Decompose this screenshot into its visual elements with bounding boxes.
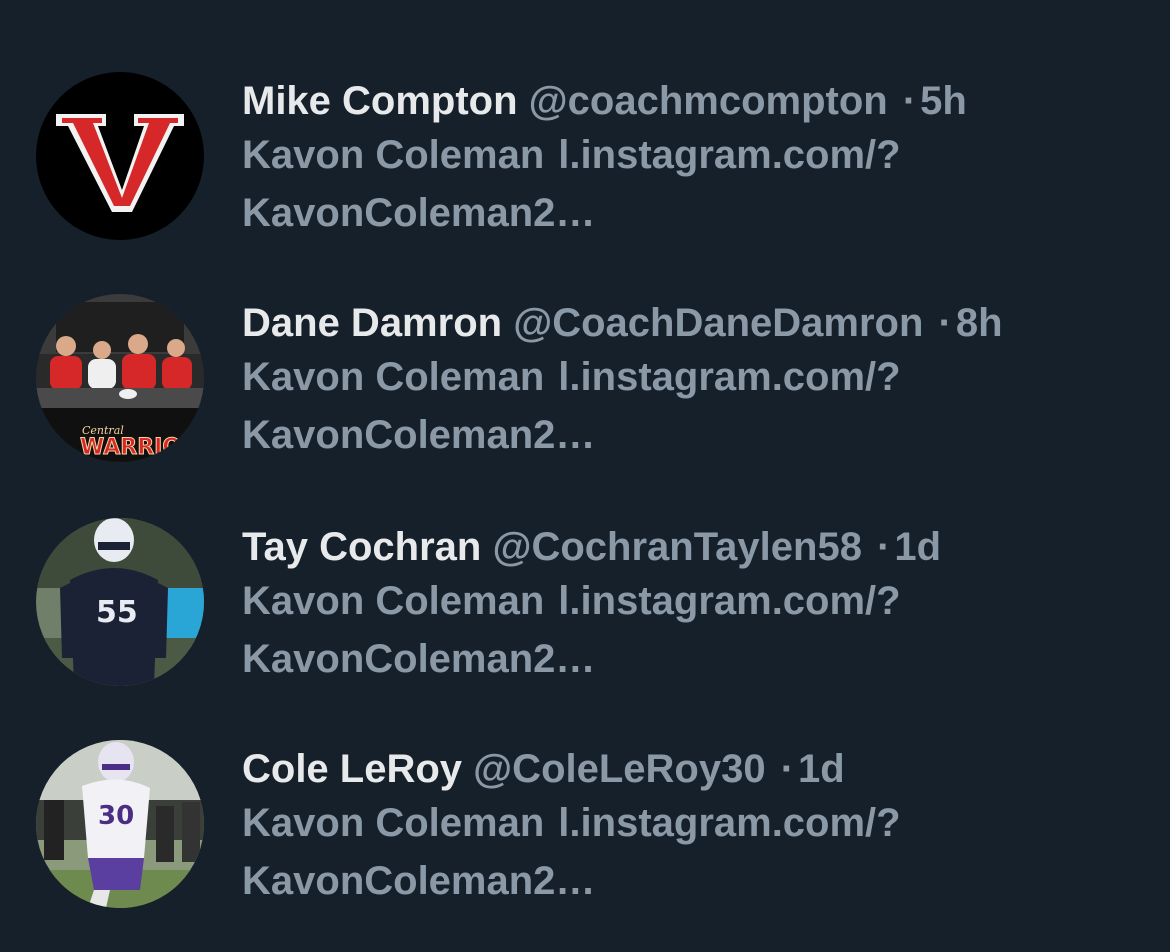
red-v-logo-icon <box>36 72 204 240</box>
avatar[interactable]: 30 <box>36 740 204 908</box>
tweet-text-name: Kavon Coleman <box>242 801 545 845</box>
tweet-content: Mike Compton @coachmcompton · 5h Kavon Co… <box>242 76 1142 242</box>
timestamp[interactable]: 8h <box>956 301 1003 345</box>
tweet-link[interactable]: l.instagram.com/? <box>558 801 900 845</box>
user-handle[interactable]: @ColeLeRoy30 <box>473 747 765 791</box>
tweet-item[interactable]: 55 Tay Cochran @CochranTaylen58 · 1d Kavo… <box>0 446 1170 686</box>
tweet-item[interactable]: Mike Compton @coachmcompton · 5h Kavon Co… <box>0 0 1170 240</box>
timestamp[interactable]: 1d <box>798 747 845 791</box>
tweet-text: Kavon Coleman l.instagram.com/? KavonCole… <box>242 794 1142 910</box>
tweet-header: Cole LeRoy @ColeLeRoy30 · 1d <box>242 744 1142 794</box>
tweet-link[interactable]: l.instagram.com/? <box>558 133 900 177</box>
football-player-30-icon: 30 <box>36 740 204 908</box>
jersey-number: 30 <box>98 801 134 831</box>
user-handle[interactable]: @coachmcompton <box>529 79 888 123</box>
timestamp[interactable]: 1d <box>894 525 941 569</box>
display-name[interactable]: Mike Compton <box>242 79 518 123</box>
avatar[interactable] <box>36 72 204 240</box>
separator-dot: · <box>780 747 795 791</box>
tweet-link[interactable]: l.instagram.com/? <box>558 355 900 399</box>
signing-photo-icon: Central WARRIORS <box>36 294 204 462</box>
user-handle[interactable]: @CochranTaylen58 <box>492 525 862 569</box>
tweet-text-name: Kavon Coleman <box>242 355 545 399</box>
tweet-text-name: Kavon Coleman <box>242 579 545 623</box>
separator-dot: · <box>938 301 952 345</box>
avatar[interactable]: 55 <box>36 518 204 686</box>
football-player-55-icon: 55 <box>36 518 204 686</box>
tweet-text-continuation: KavonColeman2… <box>242 859 596 903</box>
display-name[interactable]: Cole LeRoy <box>242 747 462 791</box>
tweet-content: Dane Damron @CoachDaneDamron · 8h Kavon C… <box>242 298 1142 464</box>
user-handle[interactable]: @CoachDaneDamron <box>513 301 923 345</box>
separator-dot: · <box>902 79 917 123</box>
display-name[interactable]: Dane Damron <box>242 301 502 345</box>
tweet-list: Mike Compton @coachmcompton · 5h Kavon Co… <box>0 0 1170 952</box>
tweet-header: Mike Compton @coachmcompton · 5h <box>242 76 1142 126</box>
tweet-content: Cole LeRoy @ColeLeRoy30 · 1d Kavon Colema… <box>242 744 1142 910</box>
tweet-text-name: Kavon Coleman <box>242 133 545 177</box>
display-name[interactable]: Tay Cochran <box>242 525 481 569</box>
tweet-item[interactable]: Central WARRIORS Dane Damron @CoachDaneD… <box>0 222 1170 462</box>
tweet-header: Tay Cochran @CochranTaylen58 · 1d <box>242 522 1142 572</box>
tweet-link[interactable]: l.instagram.com/? <box>558 579 900 623</box>
timestamp[interactable]: 5h <box>920 79 967 123</box>
tweet-content: Tay Cochran @CochranTaylen58 · 1d Kavon C… <box>242 522 1142 688</box>
tweet-item[interactable]: 30 Cole LeRoy @ColeLeRoy30 · 1d Kavon Col… <box>0 668 1170 908</box>
tweet-header: Dane Damron @CoachDaneDamron · 8h <box>242 298 1142 348</box>
avatar[interactable]: Central WARRIORS <box>36 294 204 462</box>
separator-dot: · <box>877 525 891 569</box>
jersey-number: 55 <box>96 595 138 630</box>
